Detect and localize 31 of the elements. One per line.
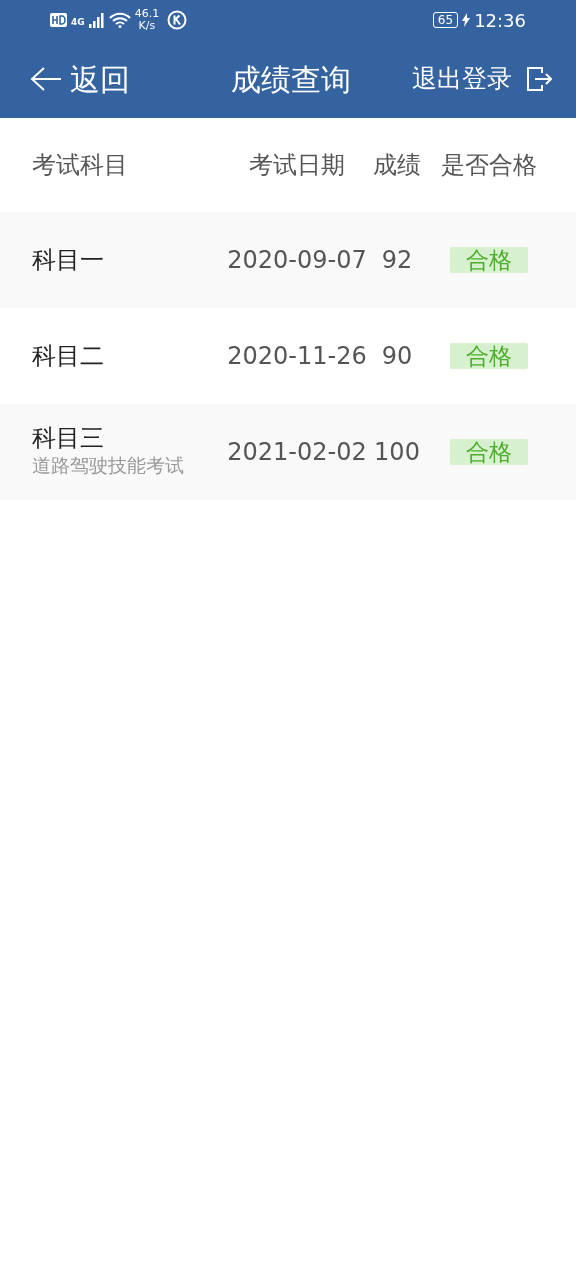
signal-icon: [88, 12, 105, 28]
exam-score: 100: [373, 437, 421, 468]
subject-name: 科目一: [32, 246, 105, 274]
exam-date: 2020-11-26: [226, 341, 368, 372]
subject-name: 科目三: [32, 424, 105, 451]
column-header: 考试日期: [248, 150, 346, 181]
result-tag: 合格: [450, 247, 528, 273]
result-tag: 合格: [450, 343, 528, 369]
column-header: 成绩: [372, 150, 422, 181]
speed-unit: K/s: [138, 20, 156, 32]
column-header: 考试科目: [32, 150, 129, 181]
wifi-icon: [108, 12, 131, 28]
result-tag: 合格: [450, 439, 528, 465]
exam-score: 92: [380, 245, 414, 276]
logout-button[interactable]: 退出登录: [412, 62, 522, 96]
exam-score: 90: [380, 341, 414, 372]
logout-icon[interactable]: [526, 66, 552, 92]
battery-icon: 65: [432, 12, 459, 28]
subject-description: 道路驾驶技能考试: [32, 452, 185, 478]
subject-name: 科目二: [32, 342, 105, 370]
k-badge-icon: [167, 10, 188, 30]
page-title: 成绩查询: [230, 60, 352, 99]
back-button[interactable]: 返回: [30, 56, 130, 102]
network-label: 4G: [71, 16, 85, 30]
speed-value: 46.1: [134, 8, 160, 20]
back-arrow-icon: [30, 66, 62, 92]
column-header: 是否合格: [440, 150, 538, 181]
hd-icon: [50, 13, 67, 27]
exam-date: 2021-02-02: [226, 437, 368, 468]
time-label: 12:36: [474, 8, 526, 33]
exam-date: 2020-09-07: [226, 245, 368, 276]
